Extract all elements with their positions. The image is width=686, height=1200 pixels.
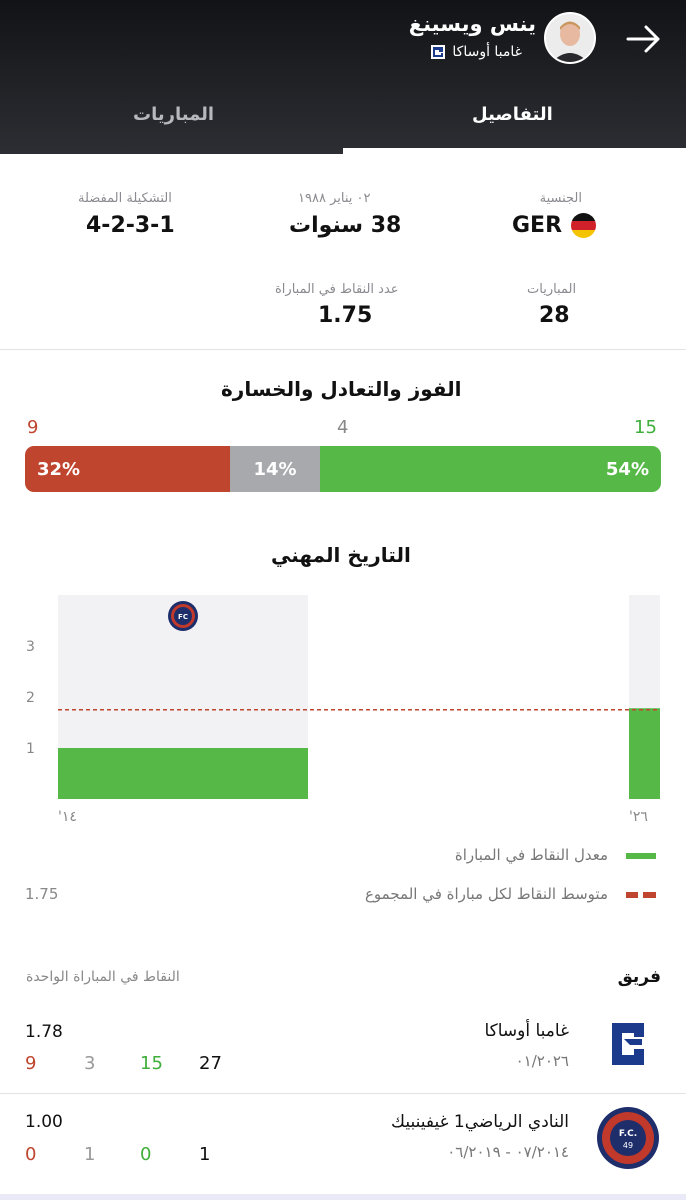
- draw-segment: 14%: [230, 446, 320, 492]
- record-bar: 32% 14% 54%: [25, 446, 661, 492]
- team-losses: 0: [25, 1144, 37, 1165]
- legend-line-label: متوسط النقاط لكل مباراة في المجموع: [364, 885, 608, 903]
- career-chart: 1 2 3 '١٤ '٢٦ FC: [26, 595, 660, 825]
- club-name: غامبا أوساكا: [452, 44, 522, 60]
- tab-details[interactable]: التفاصيل: [472, 104, 553, 125]
- legend-bar-swatch: [626, 853, 656, 859]
- draws-count: 4: [337, 417, 349, 438]
- active-tab-indicator: [343, 148, 686, 154]
- y-tick-label: 1: [26, 741, 35, 757]
- team-losses: 9: [25, 1053, 37, 1074]
- losses-count: 9: [27, 417, 39, 438]
- formation-label: التشكيلة المفضلة: [78, 191, 172, 206]
- svg-text:F.C.: F.C.: [619, 1129, 637, 1139]
- player-club[interactable]: غامبا أوساكا: [430, 44, 522, 60]
- team-name: غامبا أوساكا: [484, 1021, 569, 1041]
- birth-date: ٠٢ يناير ١٩٨٨: [298, 191, 371, 206]
- nationality-value: GER: [512, 213, 563, 238]
- matches-value: 28: [539, 303, 570, 328]
- legend-bar-label: معدل النقاط في المباراة: [454, 846, 608, 864]
- gievenbeck-logo-icon: FC: [168, 601, 198, 631]
- wins-count: 15: [634, 417, 657, 438]
- svg-text:49: 49: [623, 1141, 633, 1150]
- bottom-edge: [0, 1194, 686, 1200]
- legend-line-swatch: [626, 892, 656, 898]
- career-title: التاريخ المهني: [271, 543, 411, 567]
- team-draws: 1: [84, 1144, 96, 1165]
- top-header: ينس ويسينغ غامبا أوساكا التفاصيل المباري…: [0, 0, 686, 154]
- x-tick-label: '٢٦: [629, 809, 648, 825]
- x-tick-label: '١٤: [58, 809, 77, 825]
- tab-matches[interactable]: المباريات: [133, 104, 214, 125]
- svg-text:FC: FC: [178, 613, 188, 621]
- team-matches: 1: [199, 1144, 211, 1165]
- team-ppg: 1.00: [25, 1112, 63, 1132]
- ppg-label: عدد النقاط في المباراة: [275, 282, 399, 297]
- team-ppg: 1.78: [25, 1022, 63, 1042]
- y-tick-label: 3: [26, 639, 35, 655]
- y-tick-label: 2: [26, 690, 35, 706]
- age-value: 38 سنوات: [289, 213, 402, 238]
- back-arrow-icon[interactable]: [624, 22, 664, 56]
- legend-line-value: 1.75: [25, 885, 59, 903]
- ppg-column-header: النقاط في المباراة الواحدة: [26, 969, 180, 985]
- gamba-osaka-logo-icon: [431, 45, 446, 59]
- gievenbeck-logo-icon: F.C. 49: [597, 1107, 659, 1169]
- nationality-label: الجنسية: [539, 191, 582, 206]
- career-bar: [58, 748, 308, 799]
- team-column-header: فريق: [617, 967, 661, 987]
- team-dates: ٠١/٢٠٢٦: [515, 1052, 569, 1070]
- record-title: الفوز والتعادل والخسارة: [221, 377, 462, 401]
- team-wins: 0: [140, 1144, 152, 1165]
- win-segment: 54%: [320, 446, 661, 492]
- player-name: ينس ويسينغ: [408, 12, 536, 36]
- team-wins: 15: [140, 1053, 163, 1074]
- team-matches: 27: [199, 1053, 222, 1074]
- team-name: النادي الرياضي1 غيفينبيك: [391, 1112, 569, 1132]
- row-divider: [0, 1093, 686, 1094]
- germany-flag-icon: [571, 213, 596, 238]
- matches-label: المباريات: [527, 282, 577, 297]
- team-draws: 3: [84, 1053, 96, 1074]
- formation-value: 4-2-3-1: [86, 213, 175, 238]
- loss-segment: 32%: [25, 446, 230, 492]
- career-bar: [629, 708, 660, 799]
- team-dates: ٠٧/٢٠١٤ - ٠٦/٢٠١٩: [447, 1143, 569, 1161]
- ppg-value: 1.75: [318, 303, 373, 328]
- section-divider: [0, 349, 686, 350]
- player-avatar: [544, 12, 596, 64]
- gamba-osaka-logo-icon: [612, 1023, 644, 1065]
